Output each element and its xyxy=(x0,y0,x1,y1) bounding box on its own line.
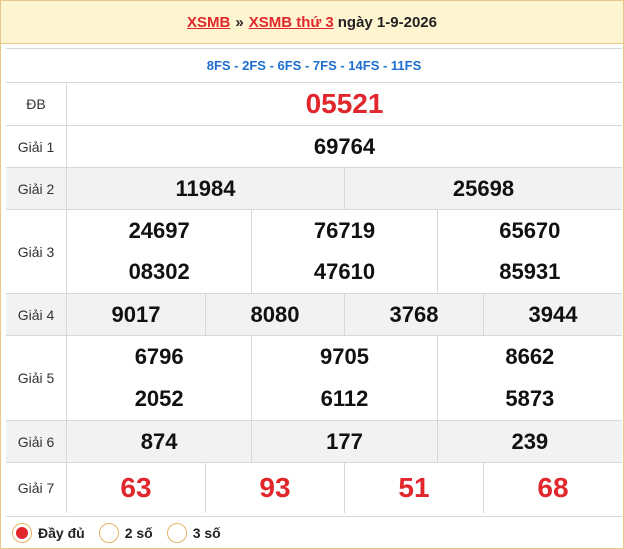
option-full[interactable]: Đầy đủ xyxy=(12,522,85,543)
prize-number: 68 xyxy=(537,472,569,503)
prize-number: 08302 xyxy=(67,251,253,293)
prize-number: 3768 xyxy=(345,294,484,335)
prize-number: 24697 xyxy=(67,210,253,252)
prize-row-g3: Giải 3 24697 76719 65670 08302 47610 859… xyxy=(6,210,622,294)
prize-number: 9017 xyxy=(67,294,206,335)
option-3-digits[interactable]: 3 số xyxy=(166,522,221,543)
prize-label: Giải 5 xyxy=(6,336,67,420)
radio-empty-icon[interactable] xyxy=(166,522,187,543)
prize-row-g2: Giải 2 11984 25698 xyxy=(6,168,622,210)
fs-codes: 8FS - 2FS - 6FS - 7FS - 14FS - 11FS xyxy=(6,48,622,83)
prize-row-g6: Giải 6 874 177 239 xyxy=(6,421,622,463)
prize-number: 3944 xyxy=(528,301,578,327)
display-options: Đầy đủ 2 số 3 số xyxy=(6,516,622,548)
prize-row-g7: Giải 7 63 93 51 68 xyxy=(6,463,622,513)
xsmb-link[interactable]: XSMB xyxy=(187,14,230,31)
prize-number: 177 xyxy=(252,421,438,462)
prize-label: Giải 4 xyxy=(6,294,67,335)
prize-number: 9705 xyxy=(252,336,438,378)
prize-number: 76719 xyxy=(252,210,438,252)
radio-empty-icon[interactable] xyxy=(98,522,119,543)
option-label: 3 số xyxy=(192,524,221,541)
radio-dot-icon xyxy=(16,526,28,539)
results-header: XSMB » XSMB thứ 3 ngày 1-9-2026 xyxy=(1,1,623,44)
prize-number: 85931 xyxy=(499,259,561,285)
prize-number: 8662 xyxy=(505,344,555,369)
xsmb-thu3-link[interactable]: XSMB thứ 3 xyxy=(249,14,334,31)
radio-selected-icon[interactable] xyxy=(12,522,32,543)
prize-row-g1: Giải 1 69764 xyxy=(6,126,622,168)
prize-number: 05521 xyxy=(305,88,384,119)
breadcrumb-separator: » xyxy=(235,13,244,31)
prize-number: 6796 xyxy=(67,336,253,378)
prize-number: 874 xyxy=(67,421,253,462)
prize-label: Giải 6 xyxy=(6,421,67,462)
prize-number: 11984 xyxy=(67,168,345,209)
results-table: 8FS - 2FS - 6FS - 7FS - 14FS - 11FS ĐB 0… xyxy=(6,48,622,513)
prize-label: Giải 1 xyxy=(6,126,67,167)
prize-row-g5: Giải 5 6796 9705 8662 2052 6112 5873 xyxy=(6,336,622,421)
prize-number: 93 xyxy=(206,463,345,513)
prize-number: 47610 xyxy=(252,251,438,293)
prize-row-g4: Giải 4 9017 8080 3768 3944 xyxy=(6,294,622,336)
prize-row-db: ĐB 05521 xyxy=(6,83,622,126)
option-label: 2 số xyxy=(124,524,153,541)
prize-number: 69764 xyxy=(313,133,376,159)
option-label: Đầy đủ xyxy=(38,524,85,541)
prize-number: 63 xyxy=(67,463,206,513)
prize-label: Giải 3 xyxy=(6,210,67,293)
prize-number: 239 xyxy=(511,428,549,454)
prize-number: 6112 xyxy=(252,378,438,420)
prize-number: 25698 xyxy=(452,175,515,201)
prize-label: Giải 7 xyxy=(6,463,67,513)
prize-label: Giải 2 xyxy=(6,168,67,209)
option-2-digits[interactable]: 2 số xyxy=(98,522,153,543)
prize-label: ĐB xyxy=(6,83,67,125)
prize-number: 2052 xyxy=(67,378,253,420)
prize-number: 5873 xyxy=(505,386,555,411)
prize-number: 51 xyxy=(345,463,484,513)
draw-date: ngày 1-9-2026 xyxy=(337,13,437,31)
prize-number: 65670 xyxy=(499,217,561,243)
prize-number: 8080 xyxy=(206,294,345,335)
